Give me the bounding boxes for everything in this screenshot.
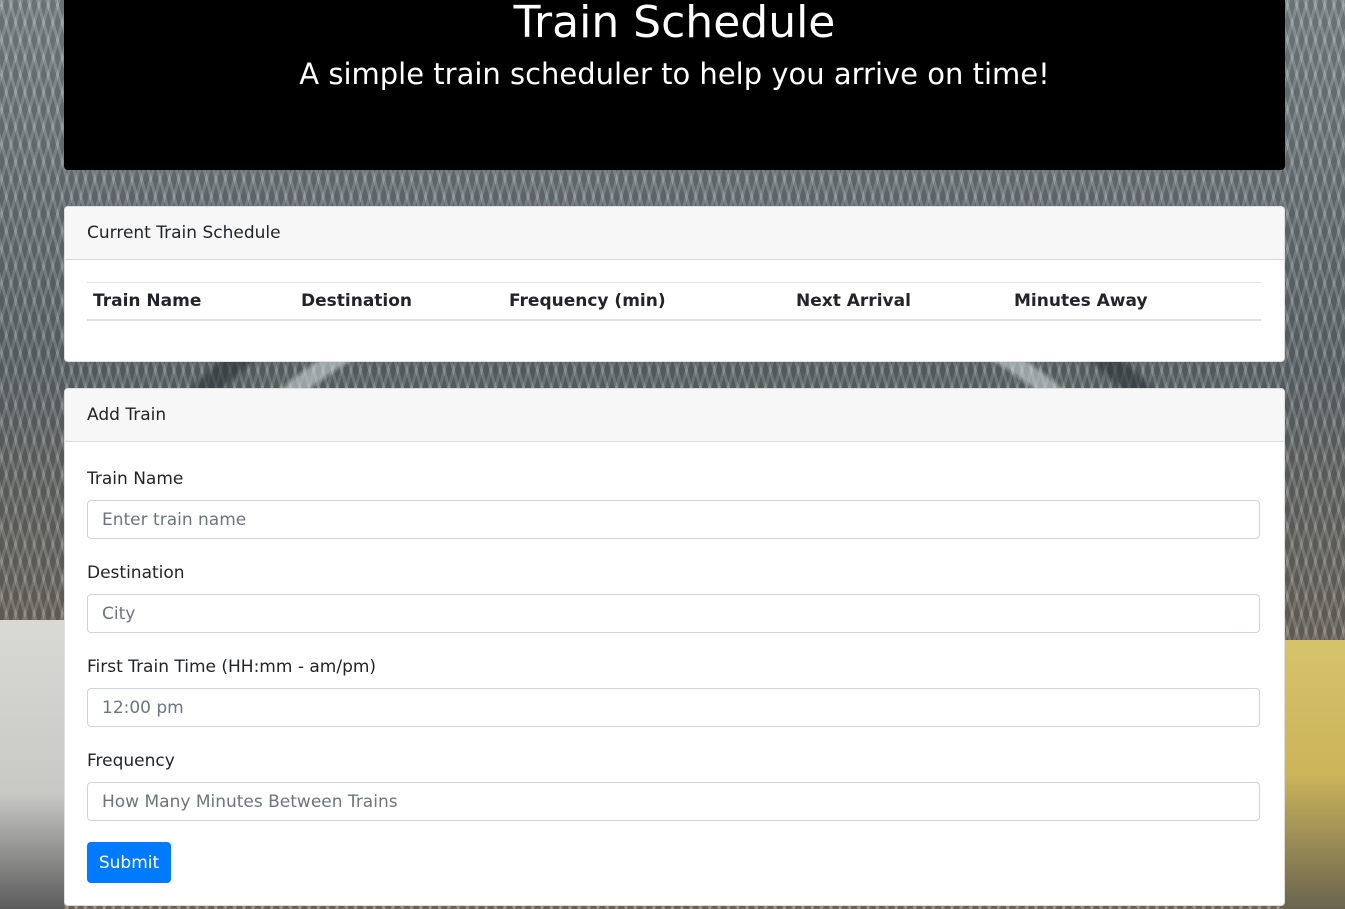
schedule-card: Current Train Schedule Train Name Destin… xyxy=(64,206,1285,362)
train-right-background xyxy=(1285,640,1345,909)
page-subtitle: A simple train scheduler to help you arr… xyxy=(299,57,1050,91)
schedule-header-row: Train Name Destination Frequency (min) N… xyxy=(87,283,1261,321)
submit-button[interactable]: Submit xyxy=(87,842,171,883)
train-name-input[interactable] xyxy=(87,500,1260,539)
page-header: Train Schedule A simple train scheduler … xyxy=(64,0,1285,170)
schedule-card-header: Current Train Schedule xyxy=(65,207,1284,260)
frequency-input[interactable] xyxy=(87,782,1260,821)
frequency-label: Frequency xyxy=(87,751,175,771)
schedule-table: Train Name Destination Frequency (min) N… xyxy=(87,282,1261,321)
train-left-background xyxy=(0,620,64,909)
add-train-card-header: Add Train xyxy=(65,389,1284,442)
first-train-time-input[interactable] xyxy=(87,688,1260,727)
add-train-card: Add Train Train Name Destination First T… xyxy=(64,388,1285,906)
train-name-label: Train Name xyxy=(87,469,184,489)
column-header-frequency: Frequency (min) xyxy=(509,291,666,311)
schedule-table-head: Train Name Destination Frequency (min) N… xyxy=(87,283,1261,321)
first-train-time-label: First Train Time (HH:mm - am/pm) xyxy=(87,657,377,677)
column-header-minutes-away: Minutes Away xyxy=(1014,291,1148,311)
column-header-destination: Destination xyxy=(301,291,413,311)
column-header-next-arrival: Next Arrival xyxy=(796,291,911,311)
column-header-train-name: Train Name xyxy=(93,291,202,311)
destination-label: Destination xyxy=(87,563,185,583)
destination-input[interactable] xyxy=(87,594,1260,633)
page-title: Train Schedule xyxy=(513,0,836,48)
